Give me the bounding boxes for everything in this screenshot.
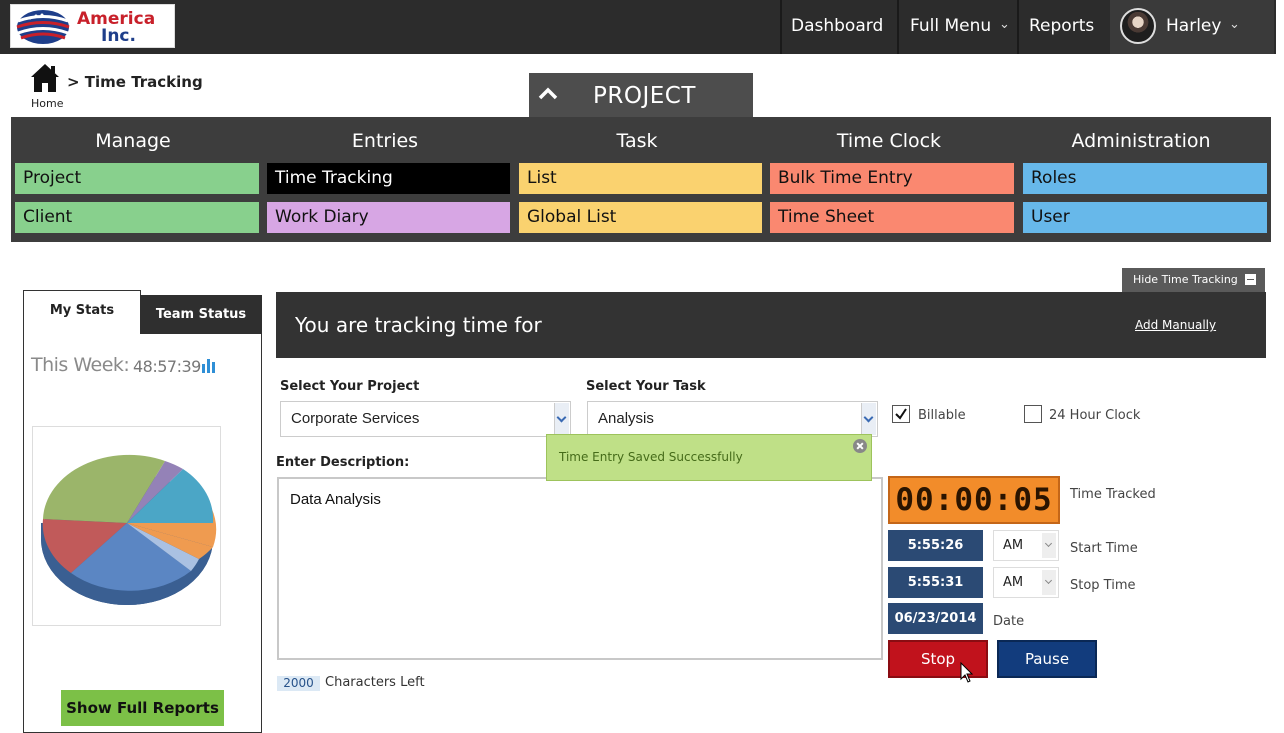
project-select-label: Select Your Project [280, 379, 420, 394]
chevron-up-icon [538, 87, 558, 100]
nav-dashboard-link[interactable]: Dashboard [791, 16, 883, 36]
this-week-value: 48:57:39 [133, 357, 201, 376]
menu-heading-administration: Administration [1071, 130, 1211, 152]
time-distribution-pie-chart [32, 426, 221, 626]
menu-item-global-list[interactable]: Global List [519, 202, 762, 233]
avatar[interactable] [1120, 8, 1156, 44]
billable-checkbox[interactable] [892, 405, 910, 423]
stop-time-field[interactable]: 5:55:31 [888, 567, 983, 598]
pie-chart-graphic [41, 454, 217, 605]
date-label: Date [993, 614, 1025, 629]
menu-item-roles[interactable]: Roles [1023, 163, 1267, 194]
menu-item-list[interactable]: List [519, 163, 762, 194]
nav-divider [1017, 0, 1019, 54]
collapse-icon [1245, 274, 1256, 285]
add-manually-link[interactable]: Add Manually [1135, 318, 1216, 332]
bar-chart-icon[interactable] [201, 357, 217, 373]
this-week-label: This Week: [31, 354, 130, 376]
start-ampm-select[interactable]: AM [993, 530, 1059, 561]
chevron-down-icon [1042, 533, 1056, 558]
description-label: Enter Description: [276, 455, 410, 470]
company-logo[interactable]: America Inc. [10, 4, 175, 48]
start-time-field[interactable]: 5:55:26 [888, 530, 983, 561]
characters-left-count: 2000 [277, 676, 320, 691]
stop-time-label: Stop Time [1070, 578, 1136, 593]
project-menu-toggle[interactable]: PROJECT [529, 73, 753, 117]
timer-display: 00:00:05 [888, 476, 1060, 524]
menu-item-time-sheet[interactable]: Time Sheet [770, 202, 1014, 233]
menu-item-work-diary[interactable]: Work Diary [267, 202, 510, 233]
nav-reports-link[interactable]: Reports [1029, 16, 1094, 36]
chevron-down-icon[interactable]: ⌄ [1229, 17, 1240, 32]
user-menu[interactable]: Harley ⌄ [1110, 0, 1274, 54]
hide-time-tracking-button[interactable]: Hide Time Tracking [1122, 268, 1265, 292]
menu-heading-entries: Entries [351, 130, 419, 152]
24-hour-clock-label: 24 Hour Clock [1049, 408, 1141, 423]
chevron-down-icon [1042, 570, 1056, 595]
toast-message: Time Entry Saved Successfully [559, 450, 743, 464]
nav-full-menu-link[interactable]: Full Menu [910, 16, 991, 36]
pie-slices [42, 454, 217, 591]
chevron-down-icon [554, 403, 569, 435]
user-name[interactable]: Harley [1166, 16, 1221, 36]
menu-item-time-tracking[interactable]: Time Tracking [267, 163, 510, 194]
project-select[interactable]: Corporate Services [280, 401, 571, 437]
menu-heading-manage: Manage [95, 130, 171, 152]
home-icon[interactable] [30, 63, 60, 93]
close-icon[interactable] [853, 439, 867, 453]
menu-heading-time-clock: Time Clock [836, 130, 942, 152]
brand-name-line2: Inc. [101, 26, 136, 46]
menu-heading-task: Task [616, 130, 658, 152]
scrollbar[interactable] [1276, 0, 1284, 54]
stop-ampm-value: AM [1003, 575, 1024, 590]
project-select-value: Corporate Services [291, 410, 420, 427]
nav-divider [780, 0, 782, 54]
breadcrumb-home[interactable]: Home [31, 97, 63, 110]
24-hour-clock-checkbox[interactable] [1024, 405, 1042, 423]
tab-my-stats[interactable]: My Stats [23, 290, 141, 334]
task-select-label: Select Your Task [586, 379, 706, 394]
show-full-reports-button[interactable]: Show Full Reports [61, 690, 224, 726]
full-menu-panel: Manage Entries Task Time Clock Administr… [11, 117, 1271, 242]
characters-left-label: Characters Left [325, 675, 425, 690]
task-select[interactable]: Analysis [587, 401, 878, 437]
success-toast: Time Entry Saved Successfully [546, 434, 872, 481]
tracking-title: You are tracking time for [295, 313, 542, 337]
nav-divider [897, 0, 899, 54]
tracking-header: You are tracking time for Add Manually [276, 292, 1266, 358]
menu-item-bulk-time-entry[interactable]: Bulk Time Entry [770, 163, 1014, 194]
billable-label: Billable [918, 408, 966, 423]
top-navbar: America Inc. Dashboard Full Menu ⌄ Repor… [0, 0, 1284, 54]
hide-time-tracking-label: Hide Time Tracking [1133, 273, 1238, 286]
start-time-label: Start Time [1070, 541, 1138, 556]
globe-flag-icon [16, 10, 70, 44]
stop-ampm-select[interactable]: AM [993, 567, 1059, 598]
start-ampm-value: AM [1003, 538, 1024, 553]
menu-item-user[interactable]: User [1023, 202, 1267, 233]
pause-button[interactable]: Pause [997, 640, 1097, 678]
menu-item-client[interactable]: Client [15, 202, 259, 233]
tab-team-status[interactable]: Team Status [140, 295, 262, 334]
mouse-cursor-icon [960, 662, 974, 683]
date-field[interactable]: 06/23/2014 [888, 603, 983, 634]
task-select-value: Analysis [598, 410, 654, 427]
chevron-down-icon [861, 403, 876, 435]
time-tracked-label: Time Tracked [1070, 487, 1156, 502]
description-value: Data Analysis [290, 491, 381, 508]
menu-item-project[interactable]: Project [15, 163, 259, 194]
breadcrumb-current: > Time Tracking [67, 73, 203, 91]
checkmark-icon [895, 408, 907, 420]
chevron-down-icon[interactable]: ⌄ [999, 17, 1010, 32]
description-textarea[interactable]: Data Analysis [277, 477, 883, 660]
project-tab-label: PROJECT [593, 83, 696, 109]
